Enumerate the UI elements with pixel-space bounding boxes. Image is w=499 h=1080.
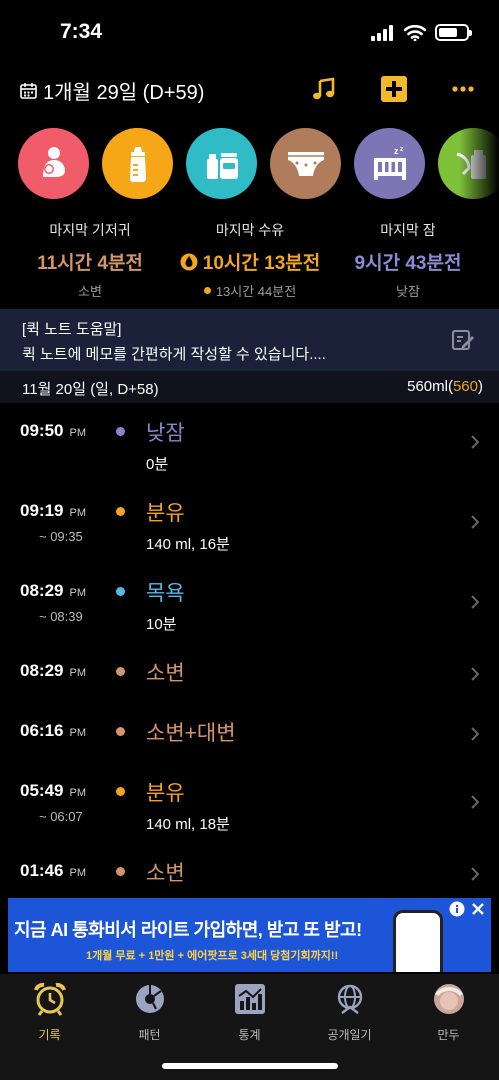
status-icons: [371, 24, 472, 41]
baby-avatar-icon: [433, 984, 464, 1014]
feeding-dot-icon: [203, 287, 211, 294]
battery-icon: [435, 24, 472, 41]
ad-headline: 지금 AI 통화비서 라이트 가입하면, 받고 또 받고!: [14, 920, 362, 940]
category-formula-button[interactable]: [102, 128, 173, 199]
more-icon: [452, 86, 474, 92]
summary-sleep-sub: 낮잠: [396, 284, 420, 299]
home-indicator: [162, 1063, 338, 1069]
crib-icon: z z: [373, 146, 406, 180]
record-detail: 140 ml, 16분: [146, 536, 230, 553]
stats-chart-icon: [234, 984, 265, 1014]
record-type: 소변: [146, 862, 185, 885]
ad-subtext: 1개월 무료 + 1만원 + 에어팟프로 3세대 당첨기회까지!!: [86, 950, 339, 962]
phone-image: [393, 910, 443, 972]
category-sleep-button[interactable]: z z: [354, 128, 425, 199]
record-detail: 10분: [146, 616, 177, 633]
tab-stats[interactable]: 통계: [200, 982, 299, 1043]
tab-pattern[interactable]: 패턴: [100, 982, 199, 1043]
category-nursing-button[interactable]: [18, 128, 89, 199]
summary-feeding-label: 마지막 수유: [215, 222, 285, 238]
summary-feeding-value: 10시간 13분전: [202, 253, 321, 274]
music-icon: [313, 77, 335, 100]
record-dot: [116, 727, 125, 736]
quick-note-text: 퀵 노트에 메모를 간편하게 작성할 수 있습니다....: [22, 346, 326, 363]
summary-sleep-value: 9시간 43분전: [354, 253, 462, 274]
category-diaper-button[interactable]: [270, 128, 341, 199]
record-dot: [116, 787, 125, 796]
summary-feeding[interactable]: 마지막 수유 10시간 13분전 13시간 44분전: [170, 218, 330, 300]
summary-sleep[interactable]: 마지막 잠 9시간 43분전 낮잠: [328, 218, 488, 300]
tab-baby-profile[interactable]: 만두: [399, 982, 498, 1043]
music-button[interactable]: [309, 74, 339, 104]
category-fade: [459, 120, 499, 210]
header: 1개월 29일 (D+59): [0, 70, 499, 110]
bottle-icon: [129, 146, 146, 182]
summary-diaper-value: 11시간 4분전: [37, 253, 143, 274]
record-type: 낮잠: [146, 422, 185, 445]
svg-text:z: z: [400, 146, 404, 153]
current-date: 1개월 29일 (D+59): [43, 82, 205, 104]
chevron-right-icon: [471, 515, 479, 529]
chevron-right-icon: [471, 435, 479, 449]
ad-info-icon[interactable]: [449, 901, 465, 917]
public-diary-icon: [337, 984, 362, 1014]
add-record-button[interactable]: [379, 74, 409, 104]
day-title: 11월 20일 (일, D+58): [22, 381, 159, 398]
tab-public-diary[interactable]: 공개일기: [300, 982, 399, 1043]
edit-note-icon[interactable]: [451, 328, 475, 352]
record-type: 분유: [146, 502, 185, 525]
quick-note-title: [퀵 노트 도움말]: [22, 321, 122, 338]
category-baby-food-button[interactable]: [186, 128, 257, 199]
record-type: 분유: [146, 782, 185, 805]
record-dot: [116, 427, 125, 436]
summary-diaper[interactable]: 마지막 기저귀 11시간 4분전 소변: [10, 218, 170, 300]
record-detail: 140 ml, 18분: [146, 816, 230, 833]
breastfeeding-icon: [42, 146, 65, 177]
food-jar-icon: [206, 152, 238, 179]
add-icon: [381, 76, 407, 102]
date-selector[interactable]: 1개월 29일 (D+59): [20, 76, 204, 105]
wifi-icon: [404, 24, 426, 41]
calendar-icon: [20, 83, 37, 99]
tab-records[interactable]: 기록: [0, 982, 99, 1043]
summary-sleep-label: 마지막 잠: [380, 222, 436, 238]
pattern-chart-icon: [135, 985, 164, 1013]
status-bar: 7:34: [0, 0, 499, 66]
ad-close-icon[interactable]: [470, 901, 486, 917]
record-dot: [116, 507, 125, 516]
record-dot: [116, 667, 125, 676]
day-total: 560ml(560): [407, 378, 483, 395]
record-type: 소변+대변: [146, 722, 236, 745]
record-dot: [116, 587, 125, 596]
ad-banner[interactable]: 지금 AI 통화비서 라이트 가입하면, 받고 또 받고! 1개월 무료 + 1…: [8, 898, 491, 972]
alarm-clock-icon: [33, 982, 66, 1016]
chevron-right-icon: [471, 727, 479, 741]
day-header: 11월 20일 (일, D+58) 560ml(560): [0, 371, 499, 403]
chevron-right-icon: [471, 867, 479, 881]
summary-diaper-sub: 소변: [78, 284, 102, 299]
cellular-signal-icon: [371, 24, 393, 41]
chevron-right-icon: [471, 667, 479, 681]
record-dot: [116, 867, 125, 876]
record-type: 소변: [146, 662, 185, 685]
record-type: 목욕: [146, 582, 185, 605]
summary-feeding-sub: 13시간 44분전: [215, 284, 297, 299]
quick-note[interactable]: [퀵 노트 도움말] 퀵 노트에 메모를 간편하게 작성할 수 있습니다....: [0, 309, 499, 371]
record-detail: 0분: [146, 456, 169, 473]
chevron-right-icon: [471, 795, 479, 809]
formula-drop-icon: [180, 253, 198, 270]
category-bar: z z: [18, 128, 499, 199]
chevron-right-icon: [471, 595, 479, 609]
last-activity-summary: 마지막 기저귀 11시간 4분전 소변 마지막 수유 10시간 13분전 13시…: [0, 218, 499, 300]
summary-diaper-label: 마지막 기저귀: [49, 222, 131, 238]
svg-text:z: z: [394, 146, 399, 156]
status-time: 7:34: [60, 20, 103, 43]
more-button[interactable]: [448, 74, 478, 104]
diaper-icon: [287, 151, 324, 176]
